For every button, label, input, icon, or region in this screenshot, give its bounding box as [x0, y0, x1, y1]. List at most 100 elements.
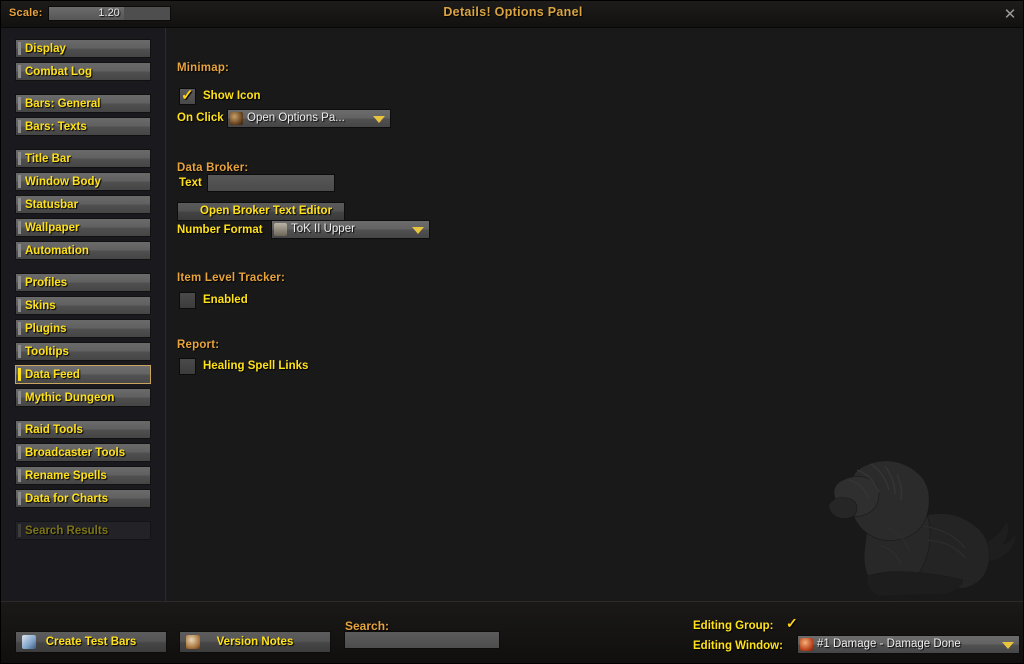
sidebar-item-bars-texts[interactable]: Bars: Texts: [15, 117, 151, 136]
healing-spell-links-label: Healing Spell Links: [203, 360, 309, 372]
sidebar-item-label: Profiles: [25, 277, 68, 289]
sidebar-item-display[interactable]: Display: [15, 39, 151, 58]
options-content-pane: Minimap: ✓ Show Icon On Click Open Optio…: [167, 28, 1023, 601]
checkmark-icon: ✓: [181, 87, 194, 104]
data-broker-section-heading: Data Broker:: [177, 162, 249, 174]
sidebar-item-marker: [18, 97, 21, 110]
number-format-label: Number Format: [177, 224, 263, 236]
sidebar-item-statusbar[interactable]: Statusbar: [15, 195, 151, 214]
sidebar-item-label: Data Feed: [25, 369, 80, 381]
on-click-dropdown-value: Open Options Pa...: [247, 112, 345, 124]
open-broker-text-editor-button[interactable]: Open Broker Text Editor: [177, 202, 345, 221]
create-test-bars-label: Create Test Bars: [45, 636, 137, 648]
sidebar-item-title-bar[interactable]: Title Bar: [15, 149, 151, 168]
sidebar-item-label: Tooltips: [25, 346, 69, 358]
sidebar-item-marker: [18, 345, 21, 358]
checkmark-icon: ✓: [786, 615, 798, 631]
sidebar-item-data-for-charts[interactable]: Data for Charts: [15, 489, 151, 508]
sidebar-item-label: Data for Charts: [25, 493, 109, 505]
sidebar-item-marker: [18, 423, 21, 436]
sidebar-item-plugins[interactable]: Plugins: [15, 319, 151, 338]
create-test-bars-button[interactable]: Create Test Bars: [15, 631, 167, 653]
sidebar-item-combat-log[interactable]: Combat Log: [15, 62, 151, 81]
hourglass-icon: [274, 223, 287, 236]
bottom-toolbar: Create Test Bars Version Notes Search:: [1, 601, 1023, 663]
sidebar-nav: Display Combat Log Bars: General Bars: T…: [1, 28, 166, 601]
editing-window-dropdown-value: #1 Damage - Damage Done: [817, 638, 961, 650]
sidebar-item-label: Bars: General: [25, 98, 101, 110]
chevron-down-icon: [373, 116, 385, 123]
broker-text-input[interactable]: [207, 174, 335, 192]
close-icon[interactable]: ✕: [999, 4, 1021, 25]
sidebar-item-broadcaster-tools[interactable]: Broadcaster Tools: [15, 443, 151, 462]
sidebar-item-label: Combat Log: [25, 66, 93, 78]
show-icon-checkbox[interactable]: ✓: [179, 87, 196, 105]
sidebar-item-marker: [18, 276, 21, 289]
version-notes-label: Version Notes: [216, 636, 294, 648]
sidebar-item-window-body[interactable]: Window Body: [15, 172, 151, 191]
on-click-label: On Click: [177, 112, 224, 124]
show-icon-label: Show Icon: [203, 90, 261, 102]
editing-group-label: Editing Group:: [693, 620, 774, 632]
damage-icon: [800, 638, 813, 651]
sidebar-item-label: Wallpaper: [25, 222, 80, 234]
search-input[interactable]: [344, 631, 500, 649]
scroll-icon: [230, 112, 243, 125]
sidebar-group: Search Results: [1, 521, 165, 540]
minimap-section-heading: Minimap:: [177, 62, 230, 74]
sidebar-item-data-feed[interactable]: Data Feed: [15, 365, 151, 384]
version-notes-button[interactable]: Version Notes: [179, 631, 331, 653]
number-format-dropdown-value: ToK II Upper: [291, 223, 355, 235]
sidebar-item-raid-tools[interactable]: Raid Tools: [15, 420, 151, 439]
item-level-tracker-section-heading: Item Level Tracker:: [177, 272, 285, 284]
sidebar-item-label: Skins: [25, 300, 56, 312]
sidebar-item-marker: [18, 469, 21, 482]
sidebar-item-label: Statusbar: [25, 199, 79, 211]
sidebar-item-marker: [18, 524, 21, 537]
window-titlebar: Scale: 1.20 Details! Options Panel ✕: [1, 1, 1023, 28]
healing-spell-links-checkbox[interactable]: [179, 358, 196, 375]
item-level-enabled-checkbox[interactable]: [179, 292, 196, 309]
on-click-dropdown[interactable]: Open Options Pa...: [227, 109, 391, 128]
sidebar-item-marker: [18, 368, 21, 381]
chevron-down-icon: [412, 227, 424, 234]
sidebar-group: Raid Tools Broadcaster Tools Rename Spel…: [1, 420, 165, 508]
sidebar-item-search-results[interactable]: Search Results: [15, 521, 151, 540]
details-options-panel-window: Scale: 1.20 Details! Options Panel ✕ Dis…: [0, 0, 1024, 664]
editing-window-dropdown[interactable]: #1 Damage - Damage Done: [797, 635, 1020, 654]
page-title: Details! Options Panel: [443, 5, 583, 19]
sidebar-group: Profiles Skins Plugins Tooltips Data Fee…: [1, 273, 165, 407]
sidebar-item-marker: [18, 492, 21, 505]
sidebar-item-profiles[interactable]: Profiles: [15, 273, 151, 292]
sidebar-item-bars-general[interactable]: Bars: General: [15, 94, 151, 113]
sidebar-item-marker: [18, 322, 21, 335]
open-broker-text-editor-label: Open Broker Text Editor: [200, 205, 333, 217]
sidebar-item-marker: [18, 391, 21, 404]
sidebar-group: Title Bar Window Body Statusbar Wallpape…: [1, 149, 165, 260]
item-level-enabled-label: Enabled: [203, 294, 248, 306]
sidebar-item-marker: [18, 42, 21, 55]
sidebar-item-wallpaper[interactable]: Wallpaper: [15, 218, 151, 237]
sidebar-item-skins[interactable]: Skins: [15, 296, 151, 315]
sidebar-item-label: Plugins: [25, 323, 67, 335]
sidebar-item-marker: [18, 65, 21, 78]
sidebar-item-mythic-dungeon[interactable]: Mythic Dungeon: [15, 388, 151, 407]
sidebar-item-tooltips[interactable]: Tooltips: [15, 342, 151, 361]
sidebar-item-marker: [18, 244, 21, 257]
sidebar-item-label: Mythic Dungeon: [25, 392, 115, 404]
sidebar-item-label: Window Body: [25, 176, 101, 188]
number-format-dropdown[interactable]: ToK II Upper: [271, 220, 430, 239]
sidebar-item-automation[interactable]: Automation: [15, 241, 151, 260]
editing-group-checkbox[interactable]: ✓: [786, 615, 801, 633]
sidebar-item-marker: [18, 152, 21, 165]
broker-text-label: Text: [179, 177, 202, 189]
lion-watermark-icon: [828, 460, 1017, 597]
sidebar-item-marker: [18, 221, 21, 234]
sidebar-item-label: Title Bar: [25, 153, 71, 165]
sidebar-group: Bars: General Bars: Texts: [1, 94, 165, 136]
sidebar-item-label: Search Results: [25, 525, 109, 537]
sidebar-item-marker: [18, 120, 21, 133]
sidebar-item-label: Automation: [25, 245, 89, 257]
sidebar-item-rename-spells[interactable]: Rename Spells: [15, 466, 151, 485]
sidebar-item-marker: [18, 198, 21, 211]
